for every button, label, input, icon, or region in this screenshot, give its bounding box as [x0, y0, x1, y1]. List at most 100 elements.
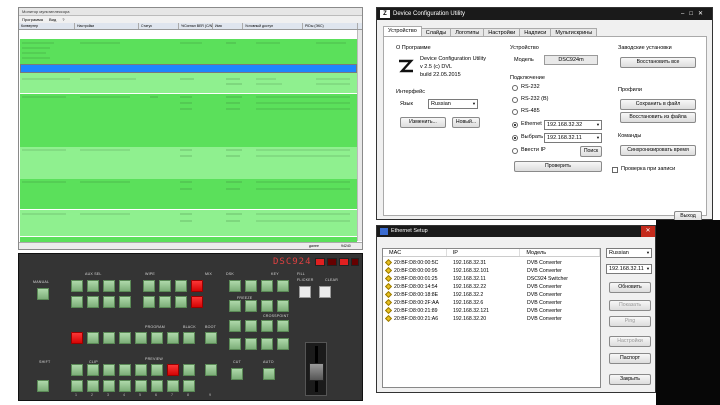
dsk-button[interactable] [229, 280, 241, 292]
restore-all-button[interactable]: Восстановить все [620, 57, 696, 68]
panel-button[interactable] [167, 380, 179, 392]
col-access[interactable]: Условный доступ [243, 23, 303, 29]
settings-button[interactable]: Настройки [609, 336, 651, 347]
sync-time-button[interactable]: Синхронизировать время [620, 145, 696, 156]
radio-enter-ip[interactable] [512, 148, 518, 154]
radio-select[interactable] [512, 135, 518, 141]
menu-view[interactable]: Вид [49, 16, 56, 23]
wipe-button[interactable] [261, 300, 273, 312]
shift-button[interactable] [37, 380, 49, 392]
cut-button[interactable] [231, 368, 243, 380]
ethernet-ip-select[interactable]: 192.168.32.32 ▼ [544, 120, 602, 130]
new-button[interactable]: Новый... [452, 117, 480, 128]
key-button[interactable] [277, 280, 289, 292]
panel-button[interactable] [71, 380, 83, 392]
select-ip-select[interactable]: 192.168.32.11 ▼ [544, 133, 602, 143]
restore-file-button[interactable]: Восстановить из файла [620, 112, 696, 123]
radio-rs485[interactable] [512, 109, 518, 115]
fader-handle[interactable] [309, 363, 324, 381]
menu-help[interactable]: ? [62, 16, 64, 23]
black-preview-button[interactable] [205, 364, 217, 376]
panel-button[interactable] [103, 380, 115, 392]
search-button[interactable]: Поиск [580, 146, 602, 157]
preview-button-8[interactable] [183, 364, 195, 376]
ping-button[interactable]: Ping [609, 316, 651, 327]
col-settings[interactable]: Настройки [75, 23, 139, 29]
clear-button[interactable] [319, 286, 331, 298]
window-controls-icon[interactable]: –□✕ [681, 8, 708, 20]
crosspoint-button[interactable] [277, 320, 289, 332]
col-name[interactable]: Имя [213, 23, 243, 29]
dsk-button[interactable] [245, 280, 257, 292]
panel-button-active[interactable] [191, 280, 203, 292]
show-button[interactable]: Показать [609, 300, 651, 311]
preview-button-7[interactable] [167, 364, 179, 376]
close-icon[interactable]: ✕ [641, 226, 655, 237]
program-button-3[interactable] [103, 332, 115, 344]
refresh-button[interactable]: Обновить [609, 282, 651, 293]
close-button[interactable]: Закрыть [609, 374, 651, 385]
col-signal[interactable]: %Сигнал BER (C/N) [179, 23, 213, 29]
col-converter[interactable]: Конвертер [19, 23, 75, 29]
preview-button-2[interactable] [87, 364, 99, 376]
preview-button-4[interactable] [119, 364, 131, 376]
preview-button-3[interactable] [103, 364, 115, 376]
check-on-write-checkbox[interactable] [612, 167, 618, 173]
dsk-button[interactable] [261, 280, 273, 292]
save-file-button[interactable]: Сохранить в файл [620, 99, 696, 110]
col-ip[interactable]: IP [447, 249, 521, 256]
wipe-button[interactable] [245, 300, 257, 312]
manual-button[interactable] [37, 288, 49, 300]
col-pids[interactable]: PIDы (ЭКС) [303, 23, 358, 29]
wipe-button[interactable] [277, 300, 289, 312]
radio-rs232[interactable] [512, 85, 518, 91]
radio-ethernet[interactable] [512, 122, 518, 128]
panel-button[interactable] [175, 296, 187, 308]
language-select[interactable]: Russian ▼ [428, 99, 478, 109]
col-mac[interactable]: MAC [383, 249, 447, 256]
crosspoint-button[interactable] [245, 338, 257, 350]
col-status[interactable]: Статус [139, 23, 179, 29]
program-button-4[interactable] [119, 332, 131, 344]
panel-button[interactable] [119, 380, 131, 392]
panel-button[interactable] [103, 280, 115, 292]
panel-button[interactable] [119, 296, 131, 308]
panel-button[interactable] [87, 296, 99, 308]
freeze-button[interactable] [191, 296, 203, 308]
preview-button-6[interactable] [151, 364, 163, 376]
passport-button[interactable]: Паспорт [609, 353, 651, 364]
panel-button[interactable] [183, 380, 195, 392]
tbar-fader[interactable] [305, 342, 327, 396]
crosspoint-button[interactable] [245, 320, 257, 332]
change-button[interactable]: Изменить... [400, 117, 446, 128]
program-button-7[interactable] [167, 332, 179, 344]
panel-button[interactable] [135, 380, 147, 392]
panel-button[interactable] [71, 280, 83, 292]
ethernet-ip-select[interactable]: 192.168.32.11 ▼ [606, 264, 652, 274]
ethernet-language-select[interactable]: Russian ▼ [606, 248, 652, 258]
crosspoint-button[interactable] [261, 338, 273, 350]
program-button-1[interactable] [71, 332, 83, 344]
panel-button[interactable] [151, 380, 163, 392]
check-button[interactable]: Проверить [514, 161, 602, 172]
menu-program[interactable]: Программа [22, 16, 43, 23]
wipe-button[interactable] [229, 300, 241, 312]
crosspoint-button[interactable] [277, 338, 289, 350]
panel-button[interactable] [143, 296, 155, 308]
crosspoint-button[interactable] [229, 320, 241, 332]
crosspoint-button[interactable] [261, 320, 273, 332]
radio-rs232b[interactable] [512, 97, 518, 103]
panel-button[interactable] [159, 296, 171, 308]
col-model[interactable]: Модель [520, 249, 600, 256]
panel-button[interactable] [71, 296, 83, 308]
panel-button[interactable] [159, 280, 171, 292]
preview-button-5[interactable] [135, 364, 147, 376]
crosspoint-button[interactable] [229, 338, 241, 350]
panel-button[interactable] [143, 280, 155, 292]
auto-button[interactable] [263, 368, 275, 380]
program-button-8[interactable] [183, 332, 195, 344]
program-button-2[interactable] [87, 332, 99, 344]
panel-button[interactable] [175, 280, 187, 292]
program-button-6[interactable] [151, 332, 163, 344]
black-button[interactable] [205, 332, 217, 344]
